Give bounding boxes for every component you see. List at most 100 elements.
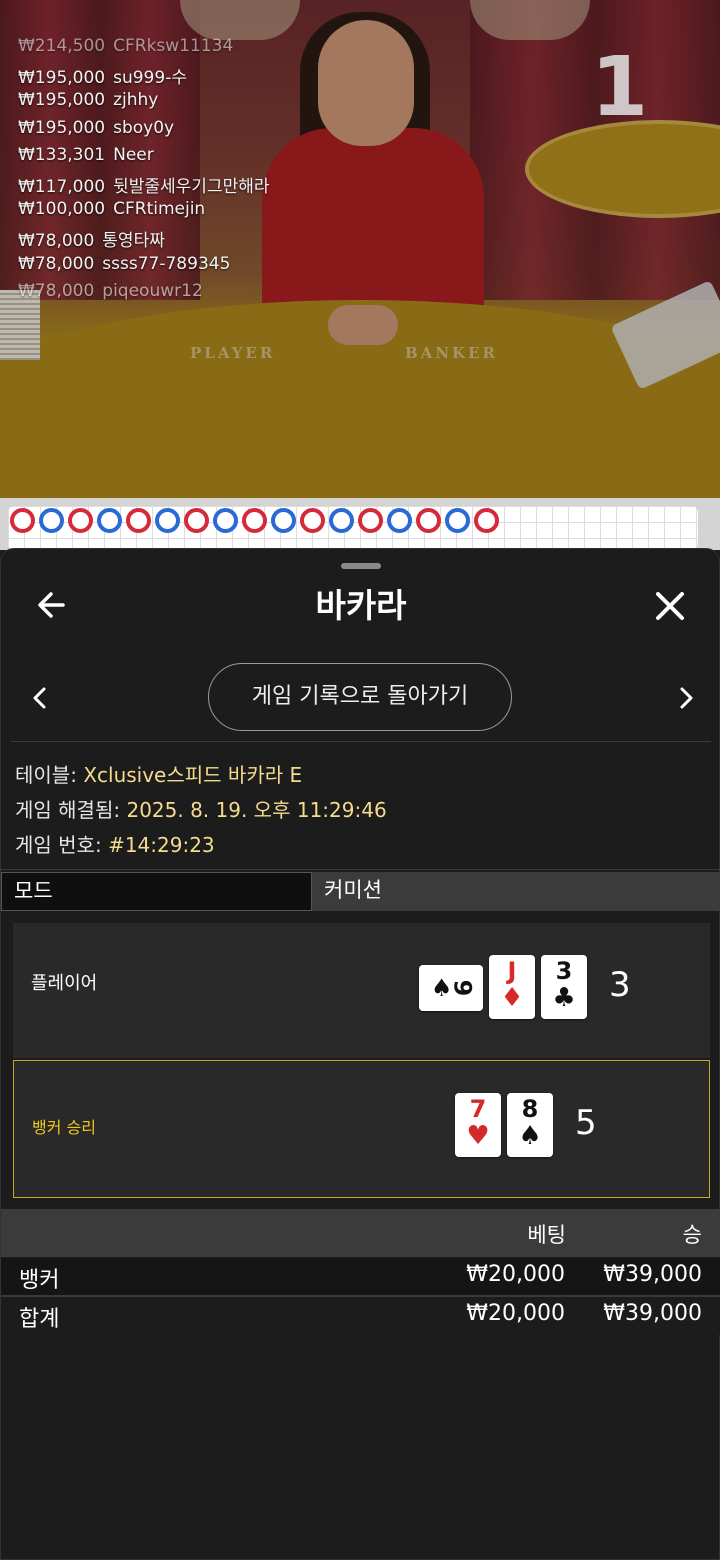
- card-suit: ♦: [500, 983, 524, 1013]
- tab-bar: 모드 커미션: [1, 872, 720, 911]
- player-score: 3: [609, 965, 631, 1005]
- page-title: 바카라: [315, 586, 407, 625]
- resolved-info-label: 게임 해결됨:: [15, 798, 121, 822]
- resolved-info-value: 2025. 8. 19. 오후 11:29:46: [126, 798, 387, 822]
- winner-username: piqeouwr12: [102, 280, 203, 301]
- winner-amount: ₩117,000: [18, 176, 106, 197]
- chevron-left-icon: [33, 687, 46, 709]
- bead-banker: [474, 508, 499, 533]
- winner-row: ₩214,500 CFRksw11134: [18, 36, 270, 63]
- winner-amount: ₩214,500: [18, 36, 106, 56]
- playing-card: J ♦: [489, 955, 535, 1019]
- bets-table-header: 베팅 승: [1, 1209, 720, 1257]
- bead-banker: [10, 508, 35, 533]
- card-rank: J: [507, 957, 517, 985]
- column-header-win: 승: [682, 1223, 702, 1247]
- game-number-label: 게임 번호:: [15, 833, 102, 857]
- winner-amount: ₩195,000: [18, 68, 106, 89]
- bead-banker: [126, 508, 151, 533]
- bead-player: [155, 508, 180, 533]
- total-win: ₩39,000: [603, 1301, 702, 1326]
- game-number-value: #14:29:23: [108, 833, 215, 857]
- bead-player: [445, 508, 470, 533]
- bet-row-win: ₩39,000: [603, 1262, 702, 1287]
- table-row: 뱅커 ₩20,000 ₩39,000: [1, 1258, 720, 1296]
- total-bet: ₩20,000: [466, 1301, 565, 1326]
- winner-username: su999-수: [113, 68, 187, 89]
- next-game-button[interactable]: [673, 683, 699, 713]
- bead-banker: [300, 508, 325, 533]
- winner-username: zjhhy: [113, 90, 159, 111]
- winner-row: ₩195,000 sboy0y: [18, 118, 270, 145]
- card-rank: 3: [555, 957, 573, 985]
- winner-amount: ₩78,000: [18, 253, 95, 274]
- table-info: 테이블: Xclusive스피드 바카라 E: [15, 759, 302, 788]
- table-info-value: Xclusive스피드 바카라 E: [83, 763, 303, 787]
- winner-username: ssss77-789345: [102, 253, 231, 274]
- sheet-grabber[interactable]: [341, 563, 381, 569]
- roadmap[interactable]: [0, 498, 720, 550]
- winner-row: ₩78,000 piqeouwr12: [18, 281, 270, 308]
- winner-row: ₩133,301 Neer: [18, 145, 270, 172]
- close-icon: [656, 592, 684, 620]
- card-rank: 7: [469, 1095, 487, 1123]
- card-suit: ♠: [518, 1121, 542, 1151]
- winner-amount: ₩78,000: [18, 280, 95, 301]
- bead-player: [39, 508, 64, 533]
- bead-player: [213, 508, 238, 533]
- bead-player: [387, 508, 412, 533]
- table-info-label: 테이블:: [15, 763, 77, 787]
- winners-list: ₩214,500 CFRksw11134 ₩195,000 su999-수 ₩195,0…: [18, 36, 270, 308]
- banker-hand: 뱅커 승리 7 ♥ 8 ♠ 5: [13, 1060, 710, 1198]
- winner-row: ₩78,000 통영타짜: [18, 226, 270, 253]
- banker-score: 5: [575, 1103, 597, 1143]
- tab-commission[interactable]: 커미션: [312, 872, 720, 911]
- winner-username: sboy0y: [113, 117, 175, 138]
- bet-row-bet: ₩20,000: [466, 1262, 565, 1287]
- winner-username: Neer: [113, 144, 154, 165]
- bead-player: [329, 508, 354, 533]
- bead-banker: [68, 508, 93, 533]
- winner-amount: ₩100,000: [18, 199, 106, 220]
- card-rank: 9: [448, 979, 477, 997]
- winner-amount: ₩195,000: [18, 117, 106, 138]
- winner-row: ₩78,000 ssss77-789345: [18, 254, 270, 281]
- winner-username: 통영타짜: [102, 231, 165, 252]
- playing-card: 8 ♠: [507, 1093, 553, 1157]
- playing-card: 3 ♣: [541, 955, 587, 1019]
- winner-username: 뒷발줄세우기그만해라: [113, 176, 270, 197]
- divider: [11, 741, 711, 742]
- banker-win-label: 뱅커 승리: [32, 1118, 96, 1137]
- live-video: PLAYER BANKER 1 ₩214,500 CFRksw11134 ₩195,…: [0, 0, 720, 498]
- winner-row: ₩100,000 CFRtimejin: [18, 199, 270, 226]
- bead-banker: [242, 508, 267, 533]
- column-header-bet: 베팅: [527, 1223, 566, 1247]
- close-button[interactable]: [649, 585, 691, 627]
- bead-player: [271, 508, 296, 533]
- card-suit: ♣: [552, 983, 576, 1013]
- bead-player: [97, 508, 122, 533]
- winner-username: CFRksw11134: [113, 36, 234, 56]
- winner-row: ₩195,000 zjhhy: [18, 90, 270, 117]
- bead-banker: [358, 508, 383, 533]
- game-history-sheet: 바카라 게임 기록으로 돌아가기 테이블: Xclusive스피드 바카라 E …: [0, 548, 720, 1560]
- previous-game-button[interactable]: [27, 683, 53, 713]
- bead-road: [10, 508, 499, 533]
- winner-row: ₩117,000 뒷발줄세우기그만해라: [18, 172, 270, 199]
- tab-mode[interactable]: 모드: [1, 872, 312, 911]
- total-label: 합계: [19, 1307, 60, 1332]
- player-hand: 플레이어 ♠ 9 J ♦ 3 ♣ 3: [13, 923, 710, 1058]
- divider: [1, 869, 720, 870]
- return-to-history-button[interactable]: 게임 기록으로 돌아가기: [208, 663, 512, 731]
- winner-row: ₩195,000 su999-수: [18, 63, 270, 90]
- playing-card: ♠ 9: [419, 965, 483, 1011]
- total-row: 합계 ₩20,000 ₩39,000: [1, 1297, 720, 1335]
- bead-banker: [184, 508, 209, 533]
- resolved-info: 게임 해결됨: 2025. 8. 19. 오후 11:29:46: [15, 794, 387, 823]
- winner-username: CFRtimejin: [113, 199, 206, 220]
- card-suit: ♥: [466, 1121, 490, 1151]
- card-rank: 8: [521, 1095, 539, 1123]
- bet-row-label: 뱅커: [19, 1268, 60, 1293]
- winner-amount: ₩195,000: [18, 90, 106, 111]
- playing-card: 7 ♥: [455, 1093, 501, 1157]
